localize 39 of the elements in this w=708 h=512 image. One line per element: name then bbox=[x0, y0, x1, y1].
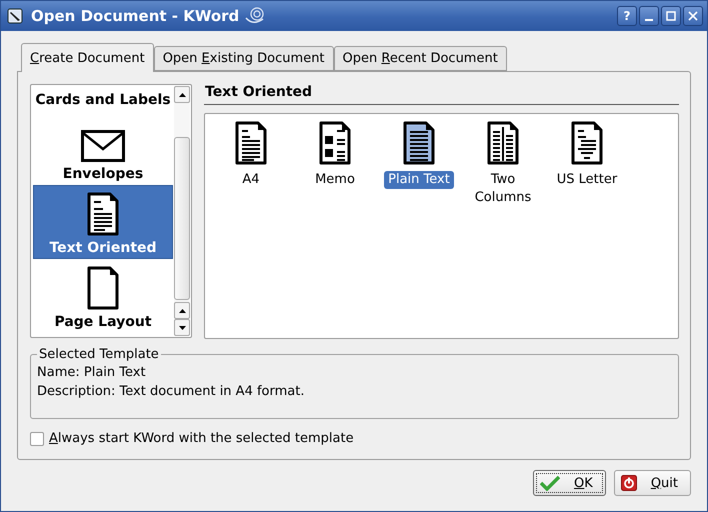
checkbox[interactable] bbox=[30, 432, 44, 446]
power-icon bbox=[620, 475, 637, 491]
group-title: Selected Template bbox=[38, 347, 160, 362]
category-item[interactable]: Text Oriented bbox=[33, 185, 173, 259]
template-description: Description: Text document in A4 format. bbox=[37, 383, 306, 401]
window-title: Open Document - KWord bbox=[31, 7, 240, 25]
template-label[interactable]: Two Columns bbox=[461, 171, 545, 207]
scroll-down-icon bbox=[178, 326, 186, 330]
quit-button[interactable]: Quit bbox=[614, 470, 691, 496]
minimize-button[interactable] bbox=[639, 6, 659, 26]
pen-icon bbox=[7, 7, 25, 25]
check-icon bbox=[540, 475, 560, 491]
scroll-up-icon bbox=[178, 92, 186, 96]
ok-button[interactable]: OK bbox=[533, 470, 606, 496]
template-label[interactable]: Plain Text bbox=[384, 171, 454, 189]
close-icon bbox=[688, 11, 698, 21]
tab[interactable]: Open Recent Document bbox=[334, 46, 507, 71]
scrollbar[interactable] bbox=[174, 85, 191, 337]
document-icon bbox=[87, 192, 119, 236]
scroll-up-icon bbox=[178, 308, 186, 312]
envelope-icon bbox=[81, 130, 125, 162]
maximize-icon bbox=[666, 11, 676, 21]
category-item[interactable]: Envelopes bbox=[33, 111, 173, 185]
section-title: Text Oriented bbox=[204, 84, 679, 105]
blank-page-icon bbox=[87, 266, 119, 310]
template-label[interactable]: US Letter bbox=[552, 171, 622, 189]
close-button[interactable] bbox=[683, 6, 703, 26]
template-name: Name: Plain Text bbox=[37, 364, 147, 382]
maximize-button[interactable] bbox=[661, 6, 681, 26]
checkbox-label[interactable]: Always start KWord with the selected template bbox=[49, 431, 354, 446]
category-item[interactable]: Cards and Labels bbox=[33, 86, 173, 111]
template-label[interactable]: A4 bbox=[238, 171, 264, 189]
tab[interactable]: Create Document bbox=[21, 43, 154, 72]
tab[interactable]: Open Existing Document bbox=[154, 46, 334, 71]
category-item[interactable]: Page Layout bbox=[33, 259, 173, 333]
help-button[interactable]: ? bbox=[617, 6, 637, 26]
template-label[interactable]: Memo bbox=[311, 171, 359, 189]
minimize-icon bbox=[645, 19, 653, 21]
spiral-icon bbox=[245, 6, 266, 26]
